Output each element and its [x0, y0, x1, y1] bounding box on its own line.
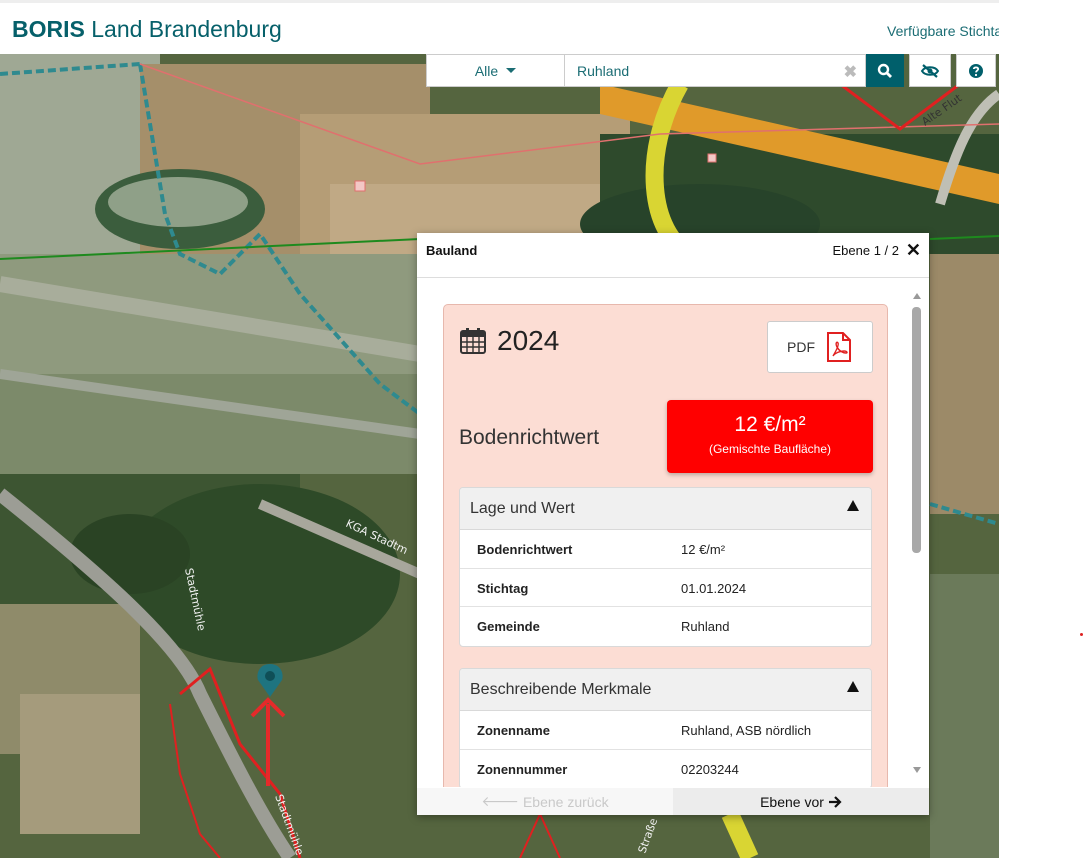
brand-bold: BORIS [12, 16, 85, 42]
caret-down-icon [506, 68, 517, 73]
row-value: Ruhland, ASB nördlich [681, 723, 812, 738]
row-key: Zonenname [477, 723, 550, 738]
year-row: 2024 [459, 325, 559, 357]
help-icon [969, 63, 983, 78]
pdf-download-button[interactable]: PDF [767, 321, 873, 373]
table-row: Gemeinde Ruhland [460, 607, 871, 646]
value-main: 12 €/m² [734, 413, 806, 436]
stichtage-link[interactable]: Verfügbare Stichta [887, 23, 999, 39]
search-input[interactable] [565, 55, 865, 86]
popup-title: Bauland [426, 243, 478, 258]
section-lage-und-wert: Lage und Wert Bodenrichtwert 12 €/m² Sti… [459, 487, 872, 647]
row-value: 01.01.2024 [681, 580, 747, 596]
previous-level-button[interactable]: 🡐 Ebene zurück [417, 788, 673, 815]
search-button[interactable] [866, 54, 904, 87]
bodenrichtwert-heading: Bodenrichtwert [459, 426, 600, 449]
popup-header: Bauland Ebene 1 / 2 ✕ [417, 233, 929, 278]
info-popup: Bauland Ebene 1 / 2 ✕ 2024 PDF Bodenrich… [417, 233, 929, 815]
triangle-up-icon [847, 500, 859, 511]
row-key: Gemeinde [477, 619, 540, 634]
popup-level-indicator: Ebene 1 / 2 [832, 243, 900, 258]
calendar-icon [460, 328, 486, 354]
table-row: Stichtag 01.01.2024 [460, 569, 871, 607]
section-header-beschreibende-merkmale[interactable]: Beschreibende Merkmale [460, 669, 871, 711]
section-header-lage-und-wert[interactable]: Lage und Wert [460, 488, 871, 530]
clear-icon[interactable]: ✖ [844, 62, 857, 82]
brand-logo[interactable]: BORIS Land Brandenburg [12, 16, 282, 43]
eye-slash-icon [920, 63, 940, 78]
section-beschreibende-merkmale: Beschreibende Merkmale Zonenname Ruhland… [459, 668, 872, 787]
pdf-file-icon [827, 332, 851, 362]
pdf-label: PDF [787, 339, 815, 355]
row-value: 02203244 [681, 761, 739, 777]
popup-scrollbar[interactable] [911, 293, 923, 773]
scroll-down-icon[interactable] [913, 767, 921, 773]
row-key: Bodenrichtwert [477, 542, 573, 557]
red-dot [1080, 633, 1083, 636]
value-card: 2024 PDF Bodenrichtwert 12 €/m² (Gemisch… [443, 304, 888, 787]
search-bar: Alle ✖ [426, 54, 996, 87]
section-title: Lage und Wert [470, 500, 575, 517]
section-title: Beschreibende Merkmale [470, 681, 652, 698]
value-badge: 12 €/m² (Gemischte Baufläche) [667, 400, 873, 473]
arrow-left-icon: 🡐 [481, 793, 519, 809]
year-label: 2024 [497, 325, 560, 356]
search-input-wrap: ✖ [565, 54, 866, 87]
row-value: 12 €/m² [681, 542, 726, 557]
table-row: Zonenname Ruhland, ASB nördlich [460, 711, 871, 750]
filter-label: Alle [474, 62, 499, 79]
close-icon[interactable]: ✕ [906, 240, 921, 261]
brand-rest: Land Brandenburg [84, 16, 282, 42]
scroll-up-icon[interactable] [913, 293, 921, 299]
value-usage: (Gemischte Baufläche) [708, 442, 832, 456]
row-key: Zonennummer [477, 761, 568, 777]
popup-body[interactable]: 2024 PDF Bodenrichtwert 12 €/m² (Gemisch… [417, 279, 929, 787]
right-blank-area [999, 0, 1084, 858]
table-row: Bodenrichtwert 12 €/m² [460, 530, 871, 569]
popup-footer: 🡐 Ebene zurück Ebene vor [417, 788, 929, 815]
next-level-label: Ebene vor [760, 793, 824, 810]
help-button[interactable] [956, 54, 996, 87]
table-row: Zonennummer 02203244 [460, 750, 871, 788]
arrow-right-icon [828, 795, 842, 808]
scroll-thumb[interactable] [912, 307, 921, 553]
row-value: Ruhland [681, 619, 730, 634]
filter-dropdown[interactable]: Alle [426, 54, 565, 87]
app-header: BORIS Land Brandenburg Verfügbare Sticht… [0, 0, 999, 54]
triangle-up-icon [847, 681, 859, 692]
next-level-button[interactable]: Ebene vor [673, 788, 929, 815]
toggle-visibility-button[interactable] [909, 54, 951, 87]
previous-level-label: Ebene zurück [522, 793, 609, 810]
row-key: Stichtag [477, 580, 529, 596]
search-icon [877, 63, 892, 78]
